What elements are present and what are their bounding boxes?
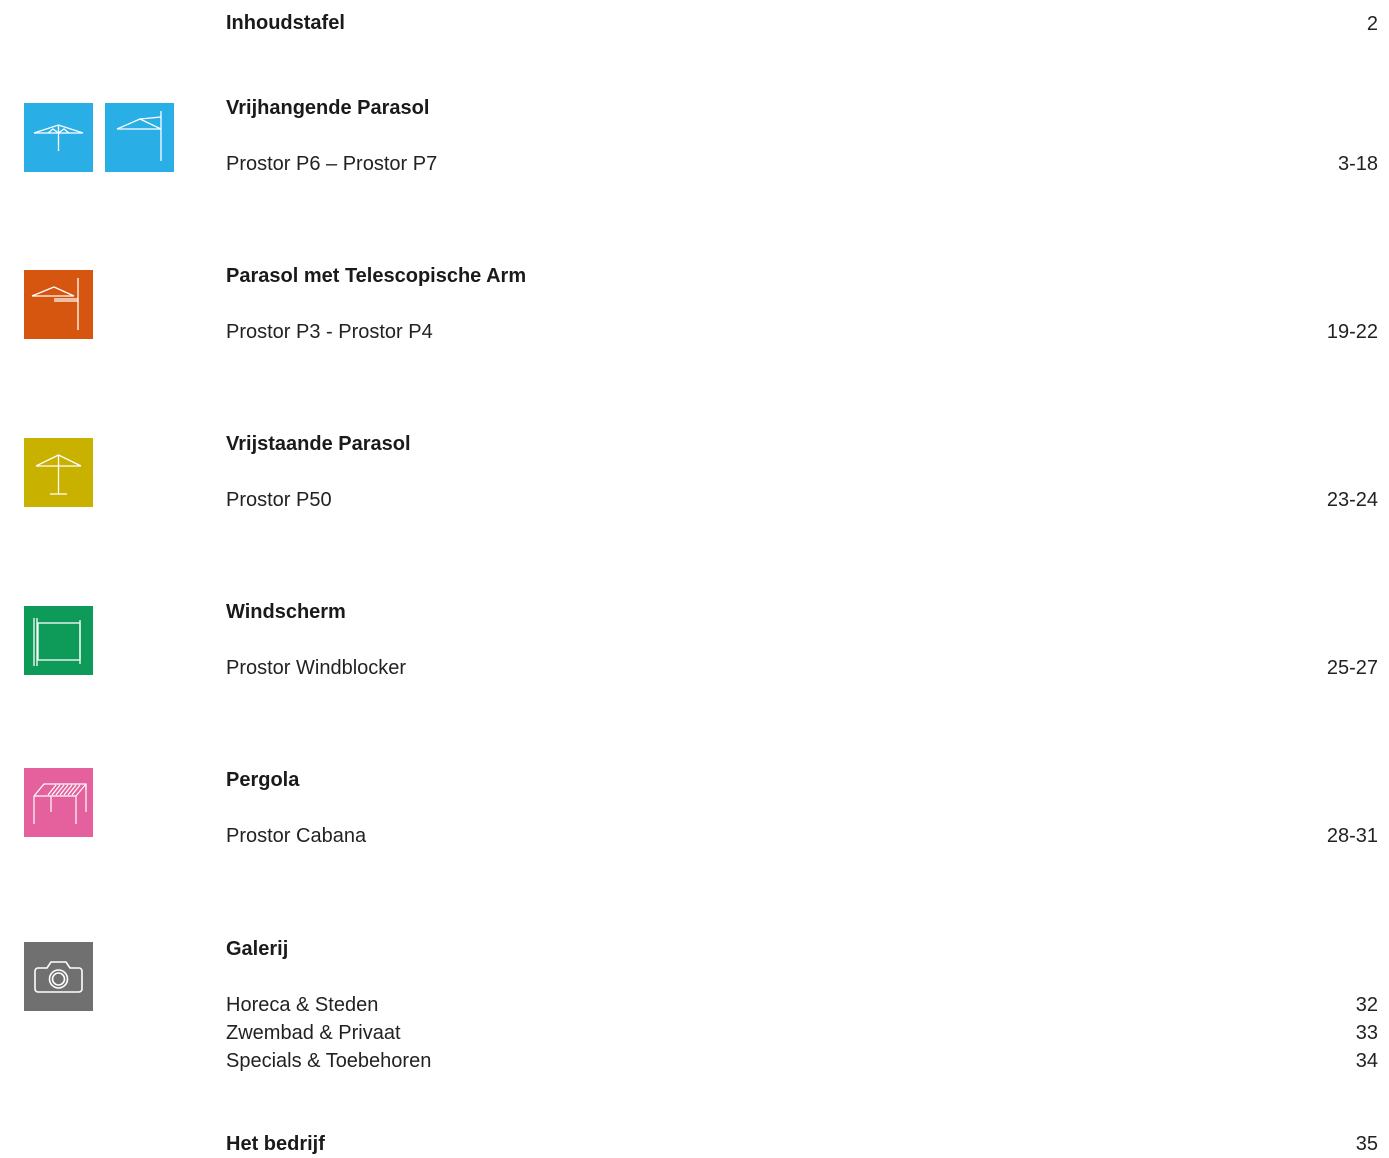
toc-title: Inhoudstafel [226,12,345,34]
toc-entry-page[interactable]: 3-18 [1338,150,1378,178]
telescopic-arm-parasol-icon [24,270,93,339]
toc-footer-heading[interactable]: Het bedrijf [226,1131,325,1157]
section-heading: Parasol met Telescopische Arm [226,265,527,287]
toc-entry-page[interactable]: 19-22 [1327,318,1378,346]
toc-entry-label[interactable]: Prostor P50 [226,486,332,514]
toc-entry-page[interactable]: 33 [1356,1019,1378,1047]
toc-entry-page[interactable]: 34 [1356,1047,1378,1075]
section-heading: Windscherm [226,601,346,623]
section-heading: Galerij [226,938,289,960]
pergola-icon [24,768,93,837]
cantilever-parasol-icon [105,103,174,172]
section-heading: Pergola [226,769,300,791]
section-heading: Vrijhangende Parasol [226,97,430,119]
freestanding-parasol-icon [24,438,93,507]
toc-entry-label[interactable]: Zwembad & Privaat [226,1019,401,1047]
section-heading: Vrijstaande Parasol [226,433,411,455]
toc-entry-label[interactable]: Prostor Cabana [226,822,366,850]
toc-entry-label[interactable]: Prostor P3 - Prostor P4 [226,318,433,346]
toc-entry-page[interactable]: 23-24 [1327,486,1378,514]
toc-entry-label[interactable]: Prostor Windblocker [226,654,406,682]
toc-entry-label[interactable]: Horeca & Steden [226,991,378,1019]
toc-title-page[interactable]: 2 [1367,10,1378,38]
camera-icon [24,942,93,1011]
center-pole-parasol-icon [24,103,93,172]
toc-entry-page[interactable]: 32 [1356,991,1378,1019]
toc-entry-page[interactable]: 28-31 [1327,822,1378,850]
windscreen-icon [24,606,93,675]
toc-entry-label[interactable]: Prostor P6 – Prostor P7 [226,150,437,178]
toc-footer-page[interactable]: 35 [1356,1130,1378,1158]
toc-entry-label[interactable]: Specials & Toebehoren [226,1047,431,1075]
toc-entry-page[interactable]: 25-27 [1327,654,1378,682]
